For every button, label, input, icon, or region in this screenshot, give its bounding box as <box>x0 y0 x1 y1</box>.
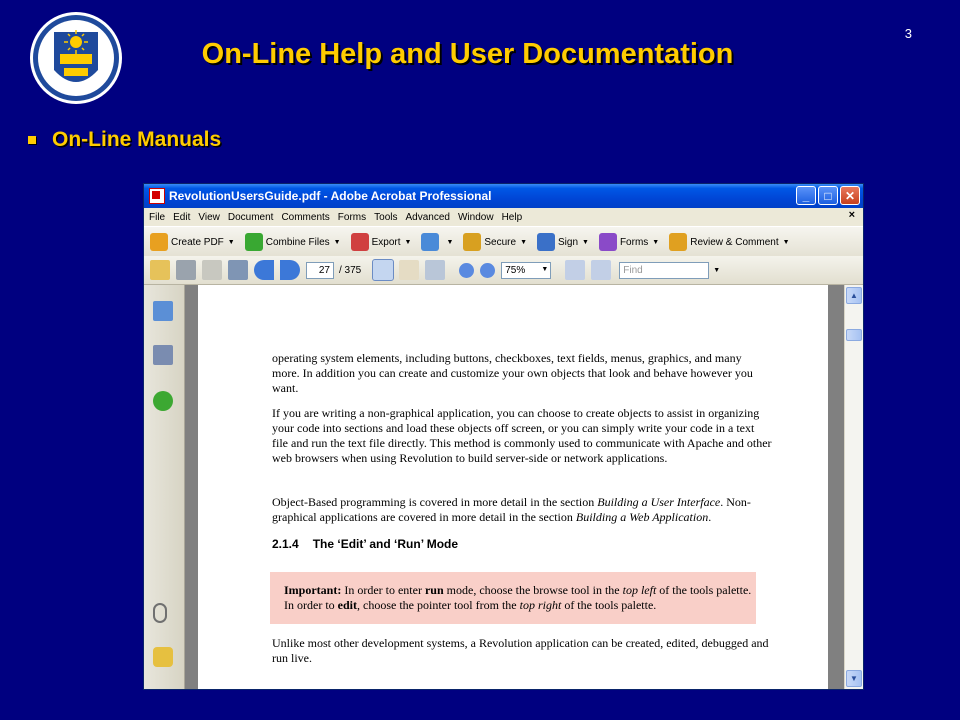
navigation-toolbar: 27 / 375 75% ▼ Find ▼ <box>144 256 863 285</box>
window-controls: _ □ ✕ <box>796 186 860 205</box>
menu-view[interactable]: View <box>198 212 220 223</box>
find-dropdown-icon[interactable]: ▼ <box>713 267 720 274</box>
review-icon <box>669 233 688 251</box>
pages-panel-icon[interactable] <box>153 301 173 321</box>
menu-document[interactable]: Document <box>228 212 274 223</box>
fit-width-icon[interactable] <box>591 260 612 280</box>
vertical-scrollbar[interactable]: ▲ ▼ <box>844 285 863 689</box>
page-total: / 375 <box>339 264 362 276</box>
comments-panel-icon[interactable] <box>153 647 173 667</box>
menu-help[interactable]: Help <box>502 212 523 223</box>
scroll-thumb[interactable] <box>846 329 862 341</box>
window-titlebar[interactable]: RevolutionUsersGuide.pdf - Adobe Acrobat… <box>144 184 863 208</box>
close-button[interactable]: ✕ <box>840 186 860 205</box>
attachments-icon[interactable] <box>153 603 167 623</box>
print-export-icon <box>421 233 440 251</box>
maximize-button[interactable]: □ <box>818 186 838 205</box>
review-comment-button[interactable]: Review & Comment ▼ <box>669 233 790 251</box>
create-pdf-icon <box>150 233 168 251</box>
zoom-in-icon[interactable] <box>480 262 496 278</box>
menu-edit[interactable]: Edit <box>173 212 190 223</box>
paragraph: Unlike most other development systems, a… <box>272 636 769 665</box>
sign-button[interactable]: Sign ▼ <box>537 233 589 251</box>
important-note: Important: In order to enter run mode, c… <box>270 572 756 624</box>
menu-forms[interactable]: Forms <box>338 212 366 223</box>
find-input[interactable]: Find <box>619 261 710 279</box>
create-pdf-button[interactable]: Create PDF ▼ <box>150 233 235 251</box>
note-text: Important: In order to enter run mode, c… <box>284 583 752 612</box>
menu-tools[interactable]: Tools <box>374 212 397 223</box>
scroll-down-button[interactable]: ▼ <box>846 670 862 687</box>
bullet-item: On-Line Manuals <box>28 128 221 152</box>
slide-number: 3 <box>904 26 912 41</box>
bullet-square-icon <box>28 136 36 144</box>
paragraph: If you are writing a non-graphical appli… <box>272 406 772 465</box>
open-folder-icon[interactable] <box>150 260 170 280</box>
secure-button[interactable]: Secure ▼ <box>463 233 527 251</box>
select-text-tool-icon[interactable] <box>372 259 395 281</box>
section-heading: 2.1.4 The ‘Edit’ and ‘Run’ Mode <box>272 537 459 551</box>
export-button[interactable]: Export ▼ <box>350 233 411 251</box>
window-title: RevolutionUsersGuide.pdf - Adobe Acrobat… <box>169 189 492 203</box>
document-view[interactable]: operating system elements, including but… <box>185 285 845 689</box>
save-icon[interactable] <box>202 260 222 280</box>
lock-icon <box>463 233 482 251</box>
scroll-up-button[interactable]: ▲ <box>846 287 862 304</box>
help-icon[interactable] <box>153 391 173 411</box>
combine-files-icon <box>244 233 263 251</box>
menu-file[interactable]: File <box>149 212 165 223</box>
minimize-button[interactable]: _ <box>796 186 816 205</box>
menu-comments[interactable]: Comments <box>281 212 329 223</box>
menu-window[interactable]: Window <box>458 212 494 223</box>
zoom-out-icon[interactable] <box>459 262 475 278</box>
pen-icon <box>537 233 555 251</box>
paragraph: Object-Based programming is covered in m… <box>272 495 751 524</box>
bullet-text: On-Line Manuals <box>52 128 222 151</box>
slide-title: On-Line Help and User Documentation <box>201 38 734 70</box>
pdf-page: operating system elements, including but… <box>198 285 828 689</box>
next-page-icon[interactable] <box>280 260 300 280</box>
navigation-pane <box>144 285 185 689</box>
forms-button[interactable]: Forms ▼ <box>598 233 659 251</box>
paragraph: operating system elements, including but… <box>272 351 753 395</box>
export-icon <box>350 233 369 251</box>
print-icon[interactable] <box>176 260 196 280</box>
forms-icon <box>598 233 617 251</box>
chevron-down-icon: ▼ <box>541 265 549 273</box>
page-number-input[interactable]: 27 <box>306 261 334 279</box>
combine-files-button[interactable]: Combine Files ▼ <box>244 233 341 251</box>
pdf-app-icon <box>149 188 165 204</box>
menu-advanced[interactable]: Advanced <box>406 212 450 223</box>
menu-bar: File Edit View Document Comments Forms T… <box>144 208 863 226</box>
university-of-delaware-logo <box>30 12 122 104</box>
acrobat-window: RevolutionUsersGuide.pdf - Adobe Acrobat… <box>144 184 863 689</box>
signatures-panel-icon[interactable] <box>153 345 173 365</box>
email-icon[interactable] <box>228 260 248 280</box>
tasks-toolbar: Create PDF ▼ Combine Files ▼ Export ▼ ▼ Sec… <box>144 226 863 258</box>
zoom-level-select[interactable]: 75% ▼ <box>501 261 552 279</box>
fit-page-icon[interactable] <box>565 260 586 280</box>
previous-page-icon[interactable] <box>254 260 274 280</box>
zoom-tool-icon[interactable] <box>425 260 446 280</box>
document-close-icon[interactable]: × <box>849 209 855 221</box>
hand-tool-icon[interactable] <box>399 260 420 280</box>
print-export-button[interactable]: ▼ <box>421 233 453 251</box>
